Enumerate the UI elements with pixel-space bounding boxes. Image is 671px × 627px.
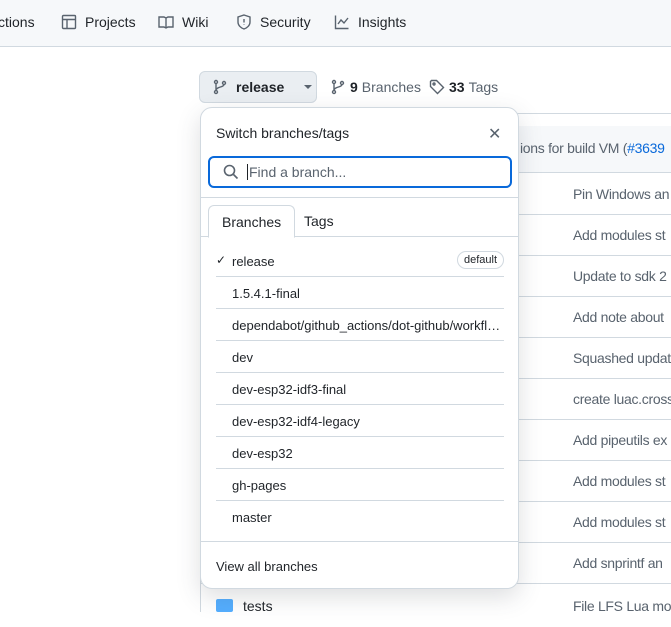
branches-link[interactable]: 9 Branches bbox=[330, 79, 421, 95]
branch-name: dependabot/github_actions/dot-github/wor… bbox=[232, 318, 504, 333]
branch-item[interactable]: master bbox=[216, 501, 504, 533]
nav-projects[interactable]: Projects bbox=[61, 14, 136, 30]
search-icon bbox=[223, 164, 239, 180]
view-all-branches-link[interactable]: View all branches bbox=[216, 559, 318, 574]
branch-dropdown: Switch branches/tags ✕ Branches Tags ✓ re… bbox=[200, 107, 519, 589]
dropdown-tabs: Branches Tags bbox=[201, 205, 518, 238]
branch-item[interactable]: dev-esp32-idf3-final bbox=[216, 373, 504, 405]
caret-down-icon bbox=[304, 85, 313, 89]
divider bbox=[201, 541, 518, 542]
commit-message[interactable]: Add modules st bbox=[573, 514, 666, 530]
commit-message[interactable]: Add pipeutils ex bbox=[573, 432, 667, 448]
nav-actions[interactable]: ctions bbox=[0, 14, 35, 30]
tags-link[interactable]: 33 Tags bbox=[429, 79, 498, 95]
graph-icon bbox=[334, 15, 349, 30]
nav-wiki[interactable]: Wiki bbox=[158, 14, 208, 30]
branch-item[interactable]: gh-pages bbox=[216, 469, 504, 501]
tab-branches[interactable]: Branches bbox=[208, 205, 296, 238]
branch-name: master bbox=[232, 510, 272, 525]
branch-name: dev-esp32-idf3-final bbox=[232, 382, 347, 397]
commit-message[interactable]: Add snprintf an bbox=[573, 555, 663, 571]
branch-name: dev-esp32-idf4-legacy bbox=[232, 414, 360, 429]
check-icon: ✓ bbox=[216, 253, 227, 267]
branch-item[interactable]: 1.5.4.1-final bbox=[216, 277, 504, 309]
branch-name: gh-pages bbox=[232, 478, 287, 493]
shield-icon bbox=[237, 14, 251, 30]
branch-search-input[interactable] bbox=[247, 164, 497, 180]
nav-insights[interactable]: Insights bbox=[334, 14, 406, 30]
git-branch-icon bbox=[213, 79, 227, 95]
commit-message[interactable]: Update to sdk 2 bbox=[573, 268, 667, 284]
commit-message[interactable]: Pin Windows an bbox=[573, 186, 669, 202]
branch-select-button[interactable]: release bbox=[199, 71, 317, 103]
branch-item[interactable]: dev bbox=[216, 341, 504, 373]
close-icon[interactable]: ✕ bbox=[488, 124, 501, 144]
book-icon bbox=[158, 16, 174, 29]
branch-name: 1.5.4.1-final bbox=[232, 286, 300, 301]
branch-name: release bbox=[232, 254, 275, 269]
branch-item[interactable]: dependabot/github_actions/dot-github/wor… bbox=[216, 309, 504, 341]
folder-icon bbox=[216, 599, 233, 612]
dropdown-title: Switch branches/tags bbox=[216, 125, 350, 141]
latest-commit-message: ions for build VM ( bbox=[520, 140, 628, 156]
branch-item[interactable]: ✓ release default bbox=[216, 245, 504, 277]
commit-message[interactable]: Squashed updat bbox=[573, 350, 671, 366]
branch-list: ✓ release default 1.5.4.1-final dependabot/g… bbox=[216, 245, 504, 533]
branch-name: dev-esp32 bbox=[232, 446, 293, 461]
git-branch-icon bbox=[331, 79, 345, 95]
branch-item[interactable]: dev-esp32-idf4-legacy bbox=[216, 405, 504, 437]
commit-message[interactable]: create luac.cross bbox=[573, 391, 671, 407]
repo-nav: ctions Projects Wiki Security Insights bbox=[0, 0, 671, 47]
branch-name: dev bbox=[232, 350, 253, 365]
tab-tags[interactable]: Tags bbox=[291, 205, 347, 237]
nav-security[interactable]: Security bbox=[236, 14, 311, 30]
pr-link[interactable]: #3639 bbox=[627, 140, 665, 156]
divider bbox=[201, 197, 518, 198]
file-row[interactable]: tests File LFS Lua moc bbox=[201, 586, 671, 627]
commit-message[interactable]: Add note about bbox=[573, 309, 664, 325]
commit-message[interactable]: Add modules st bbox=[573, 473, 666, 489]
default-badge: default bbox=[456, 251, 504, 269]
tag-icon bbox=[429, 79, 445, 95]
branch-search[interactable] bbox=[208, 156, 512, 188]
commit-message[interactable]: Add modules st bbox=[573, 227, 666, 243]
table-icon bbox=[61, 14, 77, 30]
branch-item[interactable]: dev-esp32 bbox=[216, 437, 504, 469]
